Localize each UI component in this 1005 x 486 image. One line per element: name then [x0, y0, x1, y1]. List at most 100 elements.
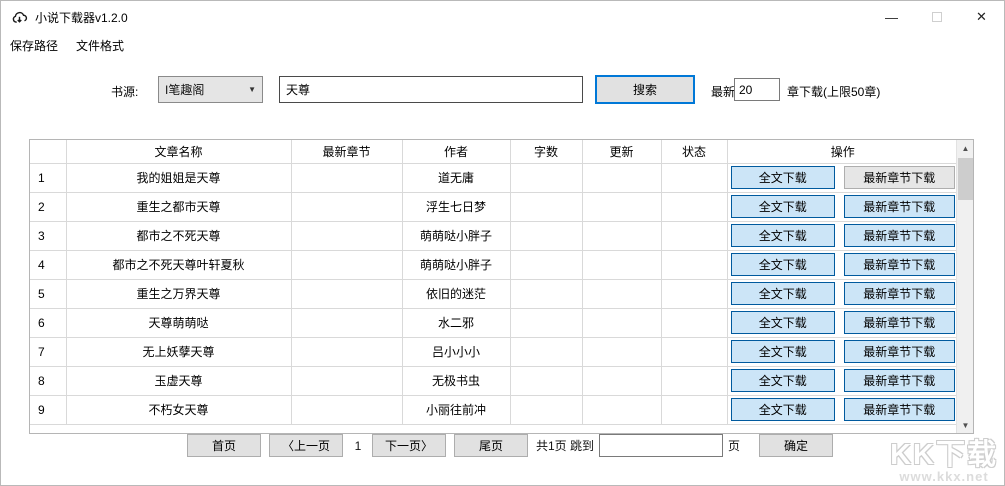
header-actions: 操作 [726, 140, 958, 164]
menu-file-format[interactable]: 文件格式 [67, 34, 133, 57]
total-pages-label: 共1页 跳到 [536, 439, 595, 453]
scrollbar-thumb[interactable] [958, 158, 973, 200]
maximize-icon [931, 12, 942, 22]
cell-updated [581, 162, 662, 193]
row-index: 2 [30, 191, 67, 222]
vertical-scrollbar[interactable]: ▲ ▼ [956, 140, 973, 433]
cell-word-count [509, 336, 583, 367]
cell-updated [581, 249, 662, 280]
cell-word-count [509, 162, 583, 193]
cell-title: 重生之都市天尊 [65, 191, 292, 222]
cell-updated [581, 365, 662, 396]
table-row: 2 重生之都市天尊 浮生七日梦 全文下载 最新章节下载 [30, 191, 958, 222]
latest-chapter-download-button[interactable]: 最新章节下载 [843, 311, 955, 334]
row-index: 7 [30, 336, 67, 367]
full-download-button[interactable]: 全文下载 [730, 340, 835, 363]
cell-title: 不朽女天尊 [65, 394, 292, 425]
row-index: 6 [30, 307, 67, 338]
cell-updated [581, 191, 662, 222]
window-title: 小说下载器v1.2.0 [35, 10, 128, 25]
full-download-button[interactable]: 全文下载 [730, 253, 835, 276]
latest-chapter-download-button[interactable]: 最新章节下载 [843, 224, 955, 247]
latest-chapter-download-button[interactable]: 最新章节下载 [843, 195, 955, 218]
jump-page-input[interactable] [599, 434, 724, 457]
table-row: 9 不朽女天尊 小丽往前冲 全文下载 最新章节下载 [30, 394, 958, 425]
latest-chapter-download-button[interactable]: 最新章节下载 [843, 398, 955, 421]
header-author: 作者 [401, 140, 511, 164]
cell-latest-chapter [290, 249, 403, 280]
row-index: 5 [30, 278, 67, 309]
row-index: 3 [30, 220, 67, 251]
cell-word-count [509, 220, 583, 251]
last-page-button[interactable]: 尾页 [454, 434, 528, 457]
book-source-dropdown[interactable]: I笔趣阁 ▼ [158, 76, 263, 103]
header-index [30, 140, 67, 164]
full-download-button[interactable]: 全文下载 [730, 398, 835, 421]
cell-status [660, 394, 728, 425]
cell-title: 都市之不死天尊叶轩夏秋 [65, 249, 292, 280]
full-download-button[interactable]: 全文下载 [730, 311, 835, 334]
first-page-button[interactable]: 首页 [187, 434, 261, 457]
cell-actions: 全文下载 最新章节下载 [726, 336, 958, 367]
cell-word-count [509, 307, 583, 338]
table-header-row: 文章名称 最新章节 作者 字数 更新 状态 操作 [30, 140, 958, 164]
confirm-button[interactable]: 确定 [759, 434, 834, 457]
menu-save-path[interactable]: 保存路径 [1, 34, 67, 57]
page-suffix-label: 页 [728, 439, 741, 453]
full-download-button[interactable]: 全文下载 [730, 369, 835, 392]
search-keyword-input[interactable] [279, 76, 583, 103]
title-bar: 小说下载器v1.2.0 — ✕ [1, 1, 1004, 33]
row-index: 8 [30, 365, 67, 396]
cell-status [660, 336, 728, 367]
next-page-button[interactable]: 下一页〉 [372, 434, 446, 457]
header-latest-chapter: 最新章节 [290, 140, 403, 164]
watermark-url: www.kkx.net [899, 469, 989, 484]
latest-chapter-download-button[interactable]: 最新章节下载 [843, 369, 955, 392]
cell-latest-chapter [290, 278, 403, 309]
watermark-logo: KK下载 [890, 439, 998, 471]
close-button[interactable]: ✕ [959, 1, 1004, 33]
cell-word-count [509, 394, 583, 425]
maximize-button[interactable] [914, 1, 959, 33]
cell-status [660, 278, 728, 309]
latest-chapter-download-button[interactable]: 最新章节下载 [843, 166, 955, 189]
cell-actions: 全文下载 最新章节下载 [726, 191, 958, 222]
window-controls: — ✕ [869, 1, 1004, 33]
table-row: 8 玉虚天尊 无极书虫 全文下载 最新章节下载 [30, 365, 958, 396]
full-download-button[interactable]: 全文下载 [730, 282, 835, 305]
cell-status [660, 191, 728, 222]
row-index: 9 [30, 394, 67, 425]
pagination-bar: 首页 〈上一页 1 下一页〉 尾页 共1页 跳到 页 确定 [187, 434, 834, 457]
search-button[interactable]: 搜索 [595, 75, 695, 104]
minimize-button[interactable]: — [869, 1, 914, 33]
scroll-down-icon[interactable]: ▼ [957, 417, 974, 433]
current-page: 1 [354, 438, 362, 453]
cell-author: 浮生七日梦 [401, 191, 511, 222]
app-window: 小说下载器v1.2.0 — ✕ 保存路径 文件格式 书源: I笔趣阁 ▼ 搜索 … [0, 0, 1005, 486]
cell-latest-chapter [290, 365, 403, 396]
source-label: 书源: [111, 85, 139, 99]
cell-status [660, 162, 728, 193]
full-download-button[interactable]: 全文下载 [730, 166, 835, 189]
cell-word-count [509, 249, 583, 280]
scroll-up-icon[interactable]: ▲ [957, 140, 974, 156]
cell-updated [581, 336, 662, 367]
full-download-button[interactable]: 全文下载 [730, 224, 835, 247]
cell-status [660, 249, 728, 280]
table-row: 4 都市之不死天尊叶轩夏秋 萌萌哒小胖子 全文下载 最新章节下载 [30, 249, 958, 280]
cell-word-count [509, 278, 583, 309]
latest-chapter-download-button[interactable]: 最新章节下载 [843, 340, 955, 363]
cell-status [660, 307, 728, 338]
latest-chapter-download-button[interactable]: 最新章节下载 [843, 282, 955, 305]
chapter-count-input[interactable] [734, 78, 780, 101]
table-row: 5 重生之万界天尊 依旧的迷茫 全文下载 最新章节下载 [30, 278, 958, 309]
header-title: 文章名称 [65, 140, 292, 164]
header-status: 状态 [660, 140, 728, 164]
cell-author: 小丽往前冲 [401, 394, 511, 425]
results-table-container: 文章名称 最新章节 作者 字数 更新 状态 操作 1 我的姐姐是天尊 道无庸 全 [29, 139, 974, 434]
cell-word-count [509, 365, 583, 396]
prev-page-button[interactable]: 〈上一页 [269, 434, 343, 457]
full-download-button[interactable]: 全文下载 [730, 195, 835, 218]
latest-chapter-download-button[interactable]: 最新章节下载 [843, 253, 955, 276]
watermark: KK下载 www.kkx.net [890, 440, 998, 484]
